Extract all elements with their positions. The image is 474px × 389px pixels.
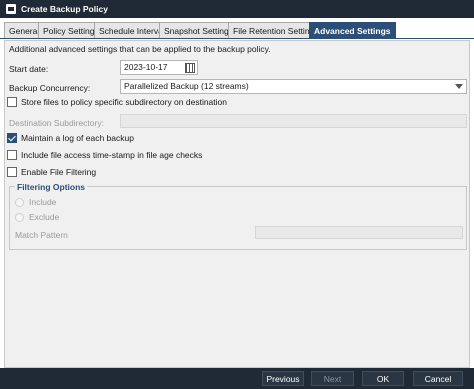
- include-option: Include: [15, 197, 56, 207]
- start-date-field[interactable]: 2023-10-17: [120, 60, 198, 75]
- window-titlebar: Create Backup Policy: [0, 0, 474, 18]
- next-button: Next: [311, 371, 354, 386]
- maintain-log-label: Maintain a log of each backup: [21, 133, 134, 143]
- destination-subdirectory-label: Destination Subdirectory:: [9, 118, 104, 128]
- store-files-checkbox[interactable]: [7, 97, 17, 107]
- tab-bar: General Policy Settings Schedule Interva…: [0, 18, 474, 39]
- advanced-settings-panel: Additional advanced settings that can be…: [4, 40, 470, 368]
- panel-description: Additional advanced settings that can be…: [9, 44, 271, 54]
- backup-concurrency-label: Backup Concurrency:: [9, 83, 91, 93]
- backup-concurrency-value: Parallelized Backup (12 streams): [124, 81, 249, 91]
- destination-subdirectory-field: [120, 114, 467, 128]
- tab-snapshot-settings[interactable]: Snapshot Settings: [159, 22, 238, 39]
- calendar-icon[interactable]: [185, 63, 195, 73]
- ok-button[interactable]: OK: [362, 371, 404, 386]
- enable-file-filtering-label: Enable File Filtering: [21, 167, 97, 177]
- dialog-footer: Previous Next OK Cancel: [0, 368, 474, 389]
- include-label: Include: [29, 197, 57, 207]
- backup-concurrency-select[interactable]: Parallelized Backup (12 streams): [120, 79, 467, 94]
- include-access-timestamp-option[interactable]: Include file access time-stamp in file a…: [7, 150, 202, 160]
- start-date-value: 2023-10-17: [124, 62, 168, 72]
- include-radio: [15, 197, 24, 207]
- tab-underline: [0, 38, 474, 39]
- start-date-label: Start date:: [9, 64, 49, 74]
- store-files-label: Store files to policy specific subdirect…: [21, 97, 227, 107]
- tab-advanced-settings[interactable]: Advanced Settings: [309, 22, 396, 39]
- enable-file-filtering-checkbox[interactable]: [7, 167, 17, 177]
- match-pattern-field: [255, 226, 463, 239]
- match-pattern-label: Match Pattern: [15, 230, 68, 240]
- cancel-button[interactable]: Cancel: [413, 371, 463, 386]
- store-files-option[interactable]: Store files to policy specific subdirect…: [7, 97, 227, 107]
- previous-button[interactable]: Previous: [262, 371, 304, 386]
- filtering-options-group: [9, 186, 467, 250]
- exclude-radio: [15, 212, 24, 222]
- include-access-timestamp-checkbox[interactable]: [7, 150, 17, 160]
- enable-file-filtering-option[interactable]: Enable File Filtering: [7, 167, 96, 177]
- app-icon: [6, 4, 16, 14]
- chevron-down-icon[interactable]: [455, 84, 463, 89]
- filtering-options-title: Filtering Options: [15, 182, 87, 192]
- exclude-option: Exclude: [15, 212, 59, 222]
- maintain-log-checkbox[interactable]: [7, 133, 17, 143]
- window-title: Create Backup Policy: [21, 4, 108, 14]
- include-access-timestamp-label: Include file access time-stamp in file a…: [21, 150, 203, 160]
- exclude-label: Exclude: [29, 212, 60, 222]
- maintain-log-option[interactable]: Maintain a log of each backup: [7, 133, 134, 143]
